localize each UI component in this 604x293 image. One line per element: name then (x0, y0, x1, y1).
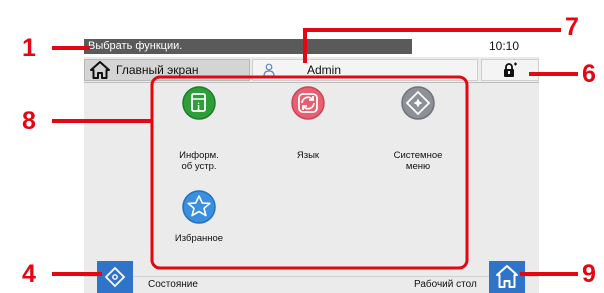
home-button[interactable] (489, 261, 525, 293)
overlay-layer: i (52, 28, 578, 293)
callout-number-7: 7 (565, 13, 579, 41)
callout-line-7-horizontal (303, 28, 561, 32)
callout-line-4 (52, 272, 102, 276)
callout-line-7 (303, 30, 307, 63)
callout-line-6 (529, 72, 578, 76)
callout-number-9: 9 (582, 260, 596, 288)
status-button[interactable] (97, 261, 133, 293)
callout-line-8 (52, 119, 152, 123)
callout-number-8: 8 (22, 107, 36, 135)
language-button[interactable] (291, 86, 325, 120)
function-label-system-menu: Системное меню (393, 150, 443, 172)
svg-text:i: i (197, 102, 200, 113)
callout-number-6: 6 (582, 60, 596, 88)
device-info-button[interactable]: i (182, 86, 216, 120)
function-label-device-info: Информ. об устр. (179, 150, 219, 172)
function-label-language: Язык (296, 150, 320, 161)
function-label-favorites: Избранное (174, 233, 224, 244)
callout-number-4: 4 (22, 260, 36, 288)
callout-number-1: 1 (22, 34, 36, 62)
favorites-button[interactable] (182, 190, 216, 224)
callout-line-1 (52, 46, 90, 50)
callout-line-9 (520, 272, 578, 276)
system-menu-button[interactable] (401, 86, 435, 120)
